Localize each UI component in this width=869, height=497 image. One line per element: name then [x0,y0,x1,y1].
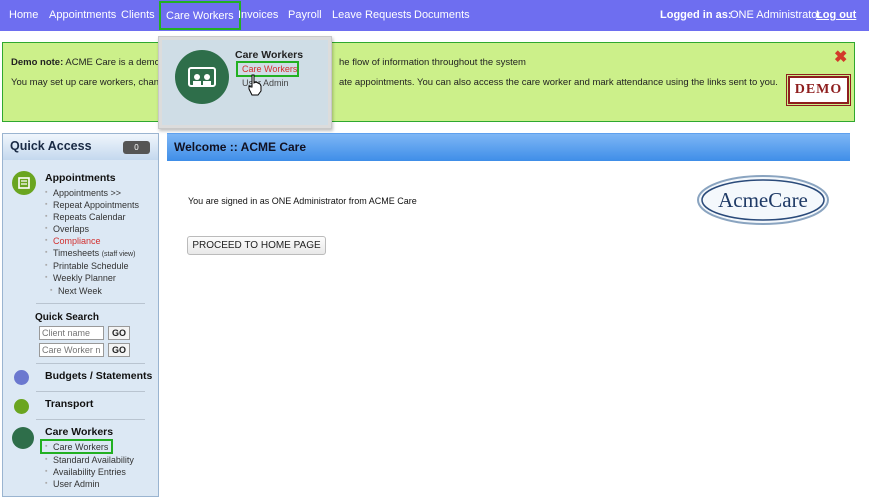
sidebar-divider [36,419,145,420]
appointments-icon [12,171,36,195]
close-icon[interactable]: ✖ [834,47,847,67]
link-appointments[interactable]: Appointments >> [45,188,121,198]
nav-appointments[interactable]: Appointments [49,0,116,31]
page-title: Welcome :: ACME Care [174,140,307,154]
dropdown-care-workers-link[interactable]: Care Workers [236,61,299,77]
demo-line-1-left: ACME Care is a demo c [65,57,168,68]
worker-search-go-button[interactable]: GO [108,343,130,357]
transport-link[interactable]: Transport [45,398,93,410]
timesheets-note: (staff view) [101,251,136,258]
demo-badge: DEMO [786,74,851,106]
quick-access-title: Quick Access [10,139,92,153]
acme-care-logo: AcmeCare [697,175,829,225]
dropdown-title: Care Workers [235,49,304,61]
link-compliance[interactable]: Compliance [45,236,100,246]
link-weekly-planner[interactable]: Weekly Planner [45,273,116,283]
appointments-title: Appointments [45,172,116,184]
dropdown-panel: Care Workers Care Workers User Admin [162,40,328,125]
logged-in-user: ONE Administrator [730,9,822,21]
nav-leave-requests[interactable]: Leave Requests [332,0,412,31]
client-name-input[interactable] [39,326,104,340]
demo-line-2: You may set up care workers, chang ate a… [11,77,778,88]
demo-line-1: Demo note: ACME Care is a demo c he flow… [11,57,526,68]
link-care-workers[interactable]: Care Workers [45,442,108,452]
link-standard-availability[interactable]: Standard Availability [45,455,134,465]
demo-line-1-right: he flow of information throughout the sy… [339,57,526,68]
care-workers-section-icon [12,427,34,449]
link-timesheets[interactable]: Timesheets (staff view) [45,248,136,258]
nav-home[interactable]: Home [9,0,38,31]
quick-search-title: Quick Search [35,312,99,323]
sidebar-divider [36,363,145,364]
nav-care-workers[interactable]: Care Workers [159,1,241,30]
link-printable-schedule[interactable]: Printable Schedule [45,261,129,271]
quick-access-sidebar: Quick Access 0 Appointments Appointments… [2,133,159,497]
transport-icon [14,399,29,414]
demo-note-label: Demo note: [11,57,64,68]
demo-line-2-right: ate appointments. You can also access th… [339,77,778,88]
quick-access-header: Quick Access 0 [3,134,158,160]
link-repeats-calendar[interactable]: Repeats Calendar [45,212,125,222]
budgets-icon [14,370,29,385]
top-nav: Home Appointments Clients Care Workers I… [0,0,869,31]
signed-in-text: You are signed in as ONE Administrator f… [188,196,417,206]
logged-in-label: Logged in as: [660,9,732,21]
sidebar-divider [36,391,145,392]
care-workers-dropdown: Care Workers Care Workers User Admin [158,36,332,129]
link-user-admin[interactable]: User Admin [45,479,99,489]
logo-text: AcmeCare [718,188,808,212]
hand-cursor-icon [248,74,262,96]
welcome-header: Welcome :: ACME Care [167,133,850,161]
nav-clients[interactable]: Clients [121,0,155,31]
proceed-button[interactable]: PROCEED TO HOME PAGE [187,236,326,255]
link-availability-entries[interactable]: Availability Entries [45,467,126,477]
care-workers-title: Care Workers [45,426,114,438]
care-worker-name-input[interactable] [39,343,104,357]
care-workers-icon [175,50,229,104]
nav-documents[interactable]: Documents [414,0,470,31]
link-repeat-appointments[interactable]: Repeat Appointments [45,200,139,210]
timesheets-label: Timesheets [53,248,100,258]
logout-link[interactable]: Log out [816,0,856,31]
link-next-week[interactable]: Next Week [50,286,102,296]
demo-notice: Demo note: ACME Care is a demo c he flow… [2,42,855,122]
quick-access-badge[interactable]: 0 [123,141,150,154]
sidebar-divider [36,303,145,304]
nav-invoices[interactable]: Invoices [238,0,278,31]
client-search-go-button[interactable]: GO [108,326,130,340]
link-overlaps[interactable]: Overlaps [45,224,89,234]
demo-line-2-left: You may set up care workers, chang [11,77,165,88]
nav-payroll[interactable]: Payroll [288,0,322,31]
budgets-statements-link[interactable]: Budgets / Statements [45,370,152,382]
